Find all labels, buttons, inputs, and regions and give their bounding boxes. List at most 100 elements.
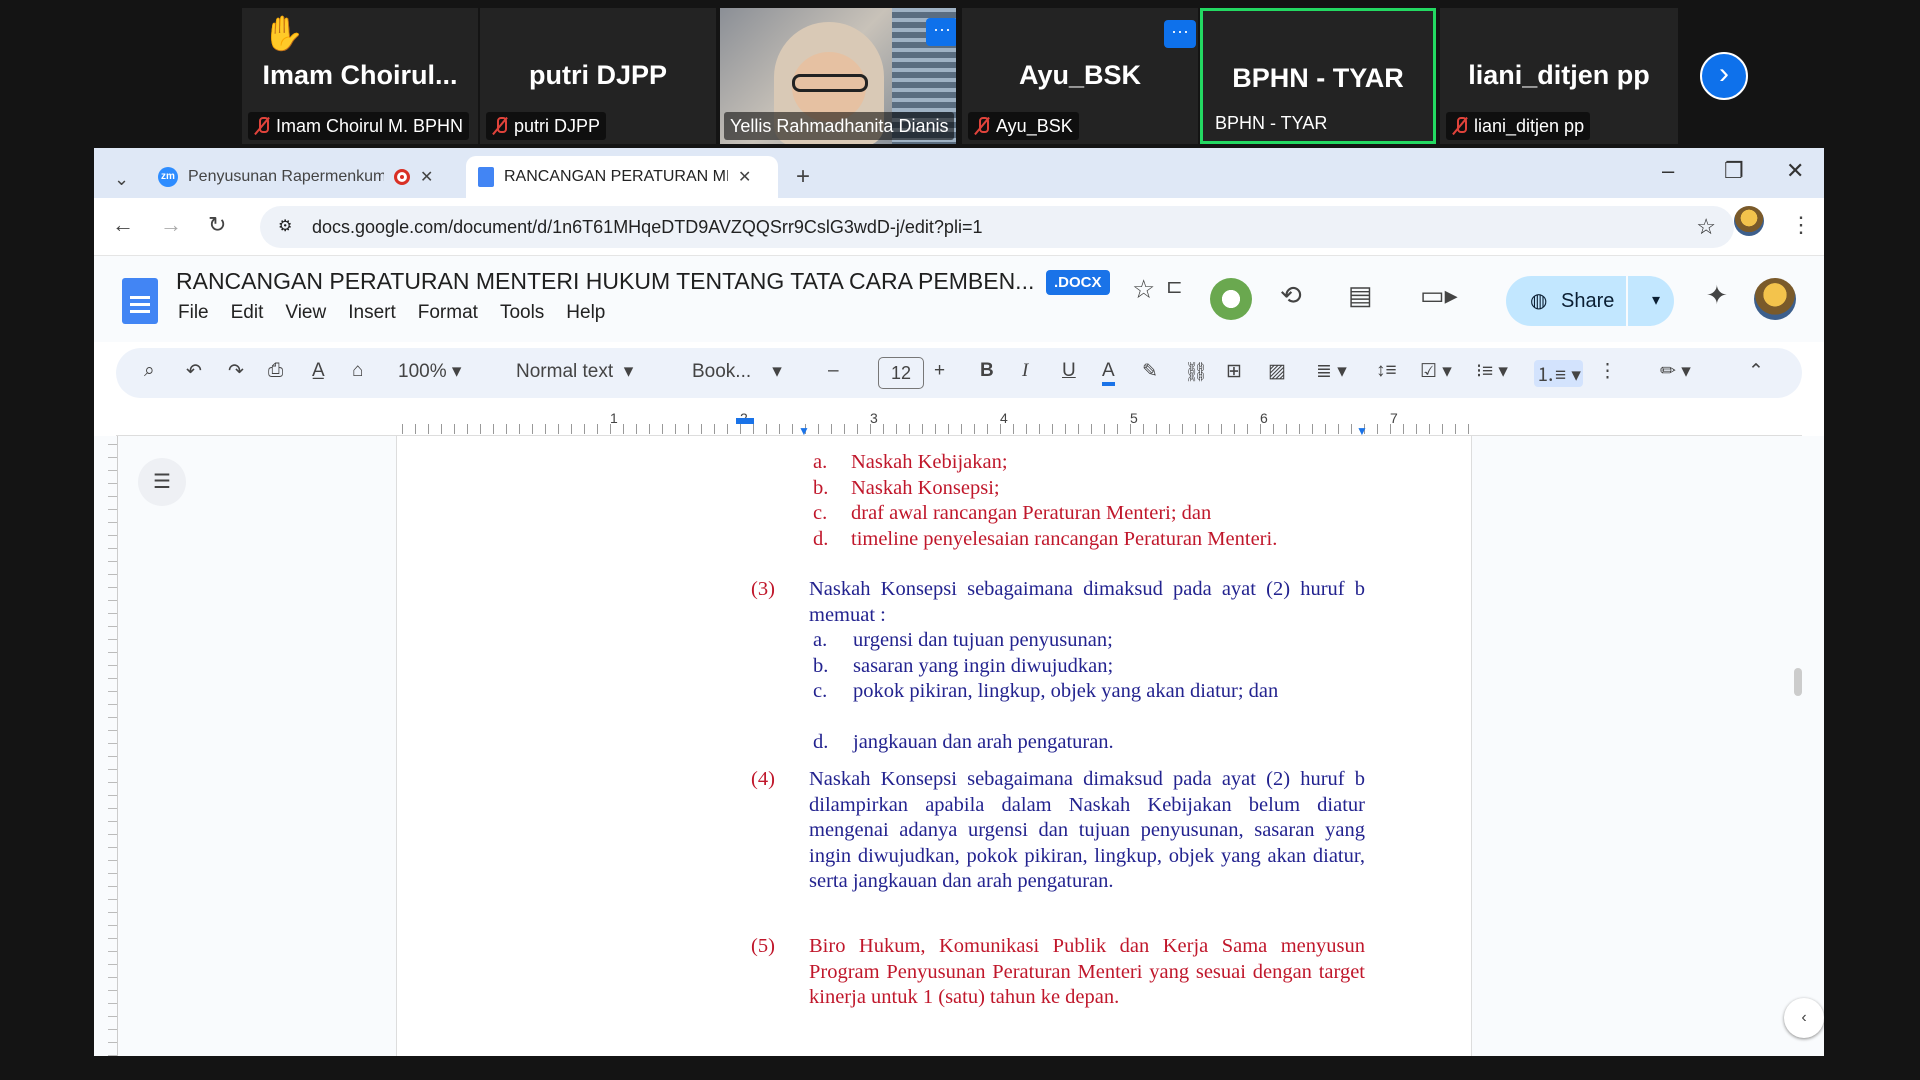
- restore-icon[interactable]: ❐: [1724, 158, 1744, 184]
- menu-help[interactable]: Help: [566, 302, 605, 324]
- menu-tools[interactable]: Tools: [500, 302, 544, 324]
- underline-icon[interactable]: U: [1062, 360, 1076, 382]
- spellcheck-icon[interactable]: A̲: [312, 360, 325, 382]
- list-text: timeline penyelesaian rancangan Peratura…: [851, 527, 1278, 550]
- zoom-select[interactable]: 100% ▾: [398, 360, 461, 383]
- collapse-menu-icon[interactable]: ⌃: [1748, 360, 1764, 383]
- line-spacing-icon[interactable]: ↕≡: [1376, 360, 1397, 382]
- participant-tile-imam[interactable]: ✋ Imam Choirul... Imam Choirul M. BPHN: [242, 8, 478, 144]
- link-icon[interactable]: ⛓: [1184, 360, 1208, 384]
- text-color-icon[interactable]: A: [1102, 360, 1115, 386]
- mic-muted-icon: [492, 116, 508, 136]
- mic-muted-icon: [974, 116, 990, 136]
- more-options-icon[interactable]: ···: [926, 18, 956, 46]
- tab-close-icon[interactable]: ✕: [738, 167, 751, 187]
- first-line-indent-marker[interactable]: [736, 418, 754, 424]
- increase-font-icon[interactable]: +: [934, 360, 945, 382]
- more-options-icon[interactable]: ···: [1164, 20, 1196, 48]
- collaborator-avatar[interactable]: [1210, 278, 1252, 320]
- participant-name: Ayu_BSK: [1018, 60, 1142, 90]
- participant-label: Yellis Rahmadhanita Dianis: [724, 112, 955, 140]
- document-page[interactable]: a. Naskah Kebijakan; b. Naskah Konsepsi;…: [396, 436, 1472, 1056]
- vertical-scrollbar[interactable]: [1794, 668, 1802, 696]
- horizontal-ruler[interactable]: 1 2 3 4 5 6 7 ▼ ▼: [116, 410, 1802, 438]
- bookmark-star-icon[interactable]: ☆: [1696, 206, 1716, 248]
- back-arrow-icon[interactable]: ←: [112, 212, 134, 238]
- tab-close-icon[interactable]: ✕: [420, 167, 433, 187]
- browser-menu-icon[interactable]: ⋮: [1790, 212, 1812, 238]
- more-toolbar-icon[interactable]: ⋮: [1598, 360, 1617, 383]
- menu-file[interactable]: File: [178, 302, 209, 324]
- ruler-ticks: [402, 424, 1478, 434]
- search-menus-icon[interactable]: ⌕: [144, 360, 155, 382]
- style-value: Normal text: [516, 361, 614, 382]
- minimize-icon[interactable]: –: [1662, 158, 1674, 184]
- list-item: a. Naskah Kebijakan;: [813, 450, 1191, 476]
- share-label: Share: [1561, 290, 1615, 312]
- decrease-font-icon[interactable]: –: [828, 360, 839, 382]
- menu-edit[interactable]: Edit: [231, 302, 264, 324]
- participant-tile-ayu[interactable]: ··· Ayu_BSK Ayu_BSK: [962, 8, 1198, 144]
- comments-icon[interactable]: ▤: [1348, 280, 1373, 311]
- star-icon[interactable]: ☆: [1132, 274, 1155, 305]
- docs-logo-icon[interactable]: [122, 278, 158, 324]
- ruler-number: 4: [1000, 410, 1008, 426]
- next-page-arrow-icon[interactable]: ›: [1700, 52, 1748, 100]
- participant-name: liani_ditjen pp: [1468, 60, 1650, 90]
- tab-zoom[interactable]: zm Penyusunan Rapermenkum ✕: [146, 156, 458, 198]
- insert-image-icon[interactable]: ▨: [1268, 360, 1286, 383]
- user-avatar[interactable]: [1754, 278, 1796, 320]
- font-size-input[interactable]: 12: [878, 357, 924, 389]
- list-marker: a.: [813, 451, 828, 473]
- participant-label-text: liani_ditjen pp: [1474, 116, 1585, 136]
- numbered-list-icon[interactable]: ⒈≡ ▾: [1534, 360, 1583, 387]
- redo-icon[interactable]: ↷: [228, 360, 244, 383]
- participant-label: Imam Choirul M. BPHN: [248, 112, 470, 140]
- list-text: jangkauan dan arah pengaturan.: [853, 731, 1114, 753]
- editing-mode-icon[interactable]: ✏ ▾: [1660, 360, 1691, 383]
- document-canvas: ☰ a. Naskah Kebijakan; b. Naskah Konseps…: [94, 436, 1824, 1056]
- menu-insert[interactable]: Insert: [348, 302, 396, 324]
- url-input[interactable]: ⚙ docs.google.com/document/d/1n6T61MHqeD…: [260, 206, 1734, 248]
- document-outline-icon[interactable]: ☰: [138, 458, 186, 506]
- participant-tile-bphn-tyar[interactable]: BPHN - TYAR BPHN - TYAR: [1200, 8, 1436, 144]
- style-select[interactable]: Normal text ▾: [516, 360, 633, 383]
- window-close-icon[interactable]: ✕: [1786, 158, 1804, 184]
- bold-icon[interactable]: B: [980, 360, 994, 382]
- new-tab-plus-icon[interactable]: +: [784, 156, 822, 198]
- share-button[interactable]: ◍ Share ▾: [1506, 276, 1674, 326]
- ruler-number: 7: [1390, 410, 1398, 426]
- paint-format-icon[interactable]: ⌂: [352, 360, 363, 382]
- profile-avatar[interactable]: [1734, 206, 1764, 236]
- add-comment-icon[interactable]: ⊞: [1226, 360, 1242, 383]
- list-item: a. urgensi dan tujuan penyusunan;: [813, 628, 1365, 654]
- document-title[interactable]: RANCANGAN PERATURAN MENTERI HUKUM TENTAN…: [176, 268, 1034, 295]
- print-icon[interactable]: ⎙: [268, 360, 283, 382]
- tab-search-dropdown-icon[interactable]: ⌄: [102, 158, 141, 200]
- menu-view[interactable]: View: [285, 302, 326, 324]
- reload-icon[interactable]: ↻: [208, 212, 226, 238]
- font-select[interactable]: Book... ▾: [692, 360, 782, 383]
- docs-header: RANCANGAN PERATURAN MENTERI HUKUM TENTAN…: [94, 256, 1824, 342]
- align-icon[interactable]: ≣ ▾: [1316, 360, 1347, 383]
- tab-google-docs[interactable]: RANCANGAN PERATURAN MEN ✕: [466, 156, 778, 198]
- participant-tile-yellis-video[interactable]: ··· Yellis Rahmadhanita Dianis: [720, 8, 956, 144]
- undo-icon[interactable]: ↶: [186, 360, 202, 383]
- share-dropdown-icon[interactable]: ▾: [1652, 276, 1660, 326]
- highlight-icon[interactable]: ✎: [1142, 360, 1158, 383]
- site-settings-icon[interactable]: ⚙: [278, 206, 292, 248]
- menu-bar: File Edit View Insert Format Tools Help: [178, 302, 605, 324]
- participant-tile-putri[interactable]: putri DJPP putri DJPP: [480, 8, 716, 144]
- bulleted-list-icon[interactable]: ⁝≡ ▾: [1476, 360, 1508, 383]
- italic-icon[interactable]: I: [1022, 360, 1028, 382]
- checklist-icon[interactable]: ☑ ▾: [1420, 360, 1452, 383]
- move-folder-icon[interactable]: ⊏: [1166, 274, 1183, 299]
- version-history-icon[interactable]: ⟲: [1280, 280, 1302, 311]
- menu-format[interactable]: Format: [418, 302, 478, 324]
- participant-tile-liani[interactable]: liani_ditjen pp liani_ditjen pp: [1440, 8, 1678, 144]
- list-text: Naskah Kebijakan;: [851, 451, 1008, 473]
- side-panel-toggle-icon[interactable]: ‹: [1784, 998, 1824, 1038]
- gemini-sparkle-icon[interactable]: ✦: [1706, 280, 1728, 311]
- forward-arrow-icon[interactable]: →: [160, 212, 182, 238]
- meet-video-icon[interactable]: ▭▸: [1420, 280, 1458, 311]
